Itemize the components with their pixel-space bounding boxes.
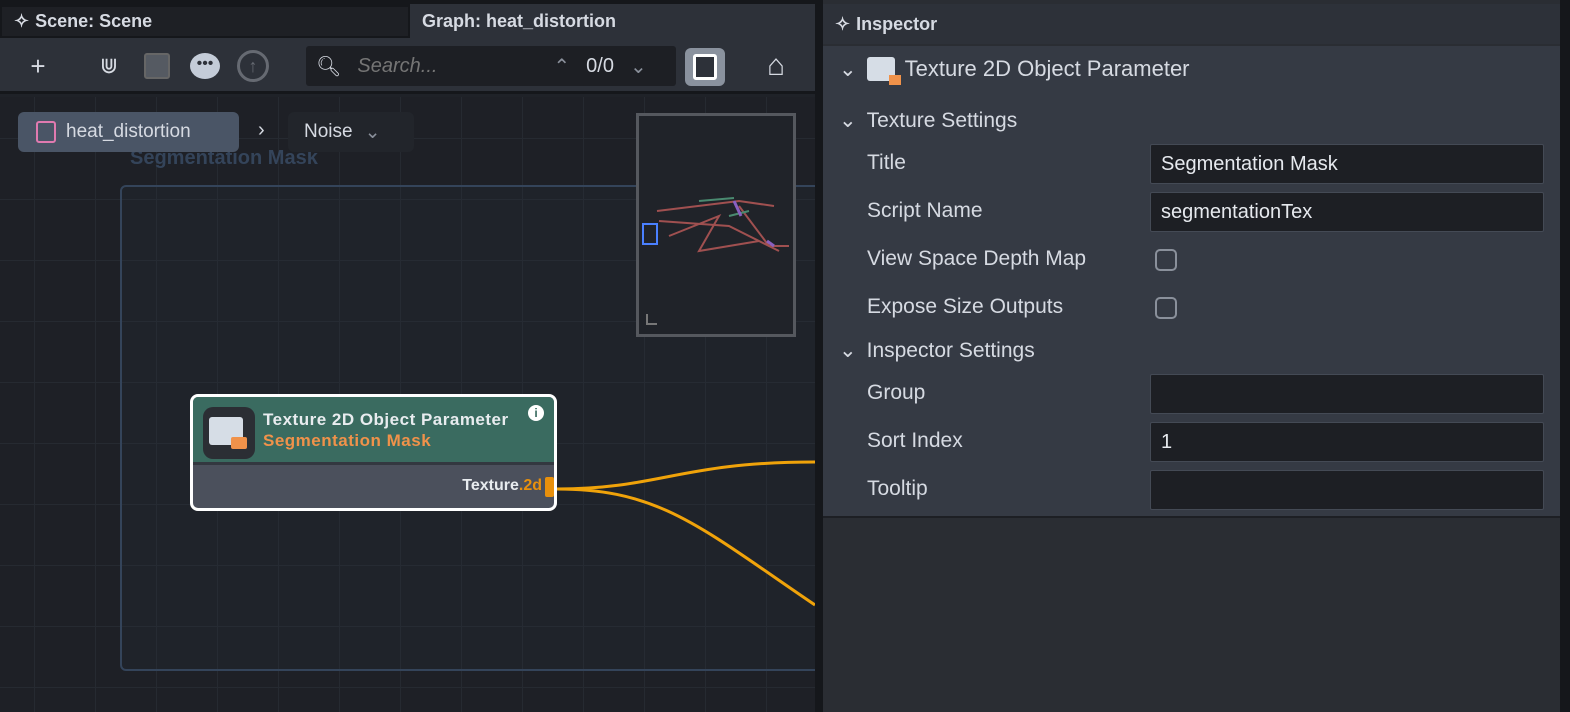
add-node-button[interactable]: + — [22, 50, 54, 82]
group-field[interactable] — [1150, 374, 1544, 414]
expose-size-label: Expose Size Outputs — [867, 295, 1064, 318]
pin-icon[interactable]: ✧ — [835, 14, 850, 35]
chevron-down-icon: ⌄ — [839, 339, 857, 362]
sort-index-field[interactable] — [1150, 422, 1544, 462]
object-header[interactable]: ⌄ Texture 2D Object Parameter — [839, 56, 1190, 85]
snap-icon[interactable]: ⋓ — [93, 50, 125, 82]
wire — [556, 460, 815, 491]
breadcrumb-subgraph[interactable]: Noise ⌄ — [288, 112, 414, 152]
section-label: Inspector Settings — [866, 338, 1035, 362]
port-type: .2d — [518, 477, 542, 494]
minimap-graph — [642, 197, 789, 325]
search-field[interactable]: 🔍︎ ⌃ 0/0 ⌄ — [306, 46, 676, 86]
object-title: Texture 2D Object Parameter — [904, 56, 1190, 81]
expose-size-checkbox[interactable] — [1155, 297, 1177, 319]
search-input[interactable] — [357, 54, 538, 78]
output-port[interactable] — [545, 477, 554, 497]
tab-label: Scene: Scene — [35, 11, 153, 31]
minimap-viewport — [642, 223, 658, 245]
node-subtitle: Segmentation Mask — [263, 431, 432, 450]
tab-label: Graph: heat_distortion — [422, 10, 617, 31]
tab-scene[interactable]: ✧ Scene: Scene — [2, 7, 408, 36]
script-name-label: Script Name — [867, 199, 983, 222]
tab-label: Inspector — [856, 13, 938, 34]
minimap-toggle-button[interactable] — [685, 48, 725, 86]
port-name: Texture — [462, 477, 519, 494]
window-edge — [1560, 0, 1570, 712]
upload-icon[interactable]: ↑ — [237, 50, 269, 82]
group-label: Group — [867, 381, 926, 404]
chevron-down-icon: ⌄ — [839, 109, 857, 132]
tooltip-label: Tooltip — [867, 477, 928, 500]
chevron-down-icon: ⌄ — [364, 121, 381, 143]
chevron-right-icon: › — [258, 119, 265, 141]
sort-index-label: Sort Index — [867, 429, 963, 452]
title-label: Title — [867, 151, 906, 174]
panel-splitter[interactable] — [815, 0, 823, 712]
frame-button[interactable] — [141, 50, 173, 82]
image-icon — [203, 407, 255, 459]
node-header: Texture 2D Object Parameter Segmentation… — [193, 397, 554, 465]
tooltip-field[interactable] — [1150, 470, 1544, 510]
inspector-body: ⌄ Texture 2D Object Parameter ⌄ Texture Se… — [823, 46, 1560, 518]
breadcrumb-root[interactable]: heat_distortion — [18, 112, 239, 152]
previous-result-icon[interactable]: ⌃ — [553, 54, 570, 79]
comment-icon[interactable]: ••• — [189, 50, 221, 82]
graph-canvas[interactable]: Segmentation Mask heat_distortion › Nois… — [0, 97, 815, 712]
texture-parameter-node[interactable]: Texture 2D Object Parameter Segmentation… — [190, 394, 557, 511]
home-icon[interactable]: ⌂ — [760, 49, 792, 82]
title-field[interactable] — [1150, 144, 1544, 184]
section-inspector-settings[interactable]: ⌄ Inspector Settings — [839, 338, 1035, 363]
graph-panel: ✧ Scene: Scene Graph: heat_distortion + ⋓… — [0, 0, 815, 712]
tab-graph[interactable]: Graph: heat_distortion — [410, 4, 815, 38]
script-name-field[interactable] — [1150, 192, 1544, 232]
search-count: 0/0 — [586, 54, 614, 77]
inspector-panel: ✧ Inspector ⌄ Texture 2D Object Parameter … — [823, 0, 1560, 712]
minimap[interactable] — [636, 113, 796, 337]
pin-icon[interactable]: ✧ — [14, 11, 29, 32]
section-label: Texture Settings — [866, 108, 1018, 132]
wire — [556, 487, 815, 607]
breadcrumb-label: heat_distortion — [66, 121, 191, 142]
next-result-icon[interactable]: ⌄ — [630, 54, 647, 79]
node-title: Texture 2D Object Parameter — [263, 410, 509, 429]
section-texture-settings[interactable]: ⌄ Texture Settings — [839, 108, 1017, 133]
graph-toolbar: + ⋓ ••• ↑ 🔍︎ ⌃ 0/0 ⌄ ⌂ — [0, 38, 815, 94]
info-icon[interactable]: i — [528, 405, 544, 421]
depth-map-label: View Space Depth Map — [867, 247, 1087, 270]
depth-map-checkbox[interactable] — [1155, 249, 1177, 271]
chevron-down-icon: ⌄ — [839, 57, 857, 81]
image-icon — [866, 57, 901, 85]
search-icon: 🔍︎ — [316, 55, 342, 78]
tab-inspector[interactable]: ✧ Inspector — [823, 4, 1560, 44]
breadcrumb-label: Noise — [304, 121, 353, 142]
graph-icon — [36, 121, 56, 143]
output-port-label: Texture.2d — [462, 477, 542, 495]
